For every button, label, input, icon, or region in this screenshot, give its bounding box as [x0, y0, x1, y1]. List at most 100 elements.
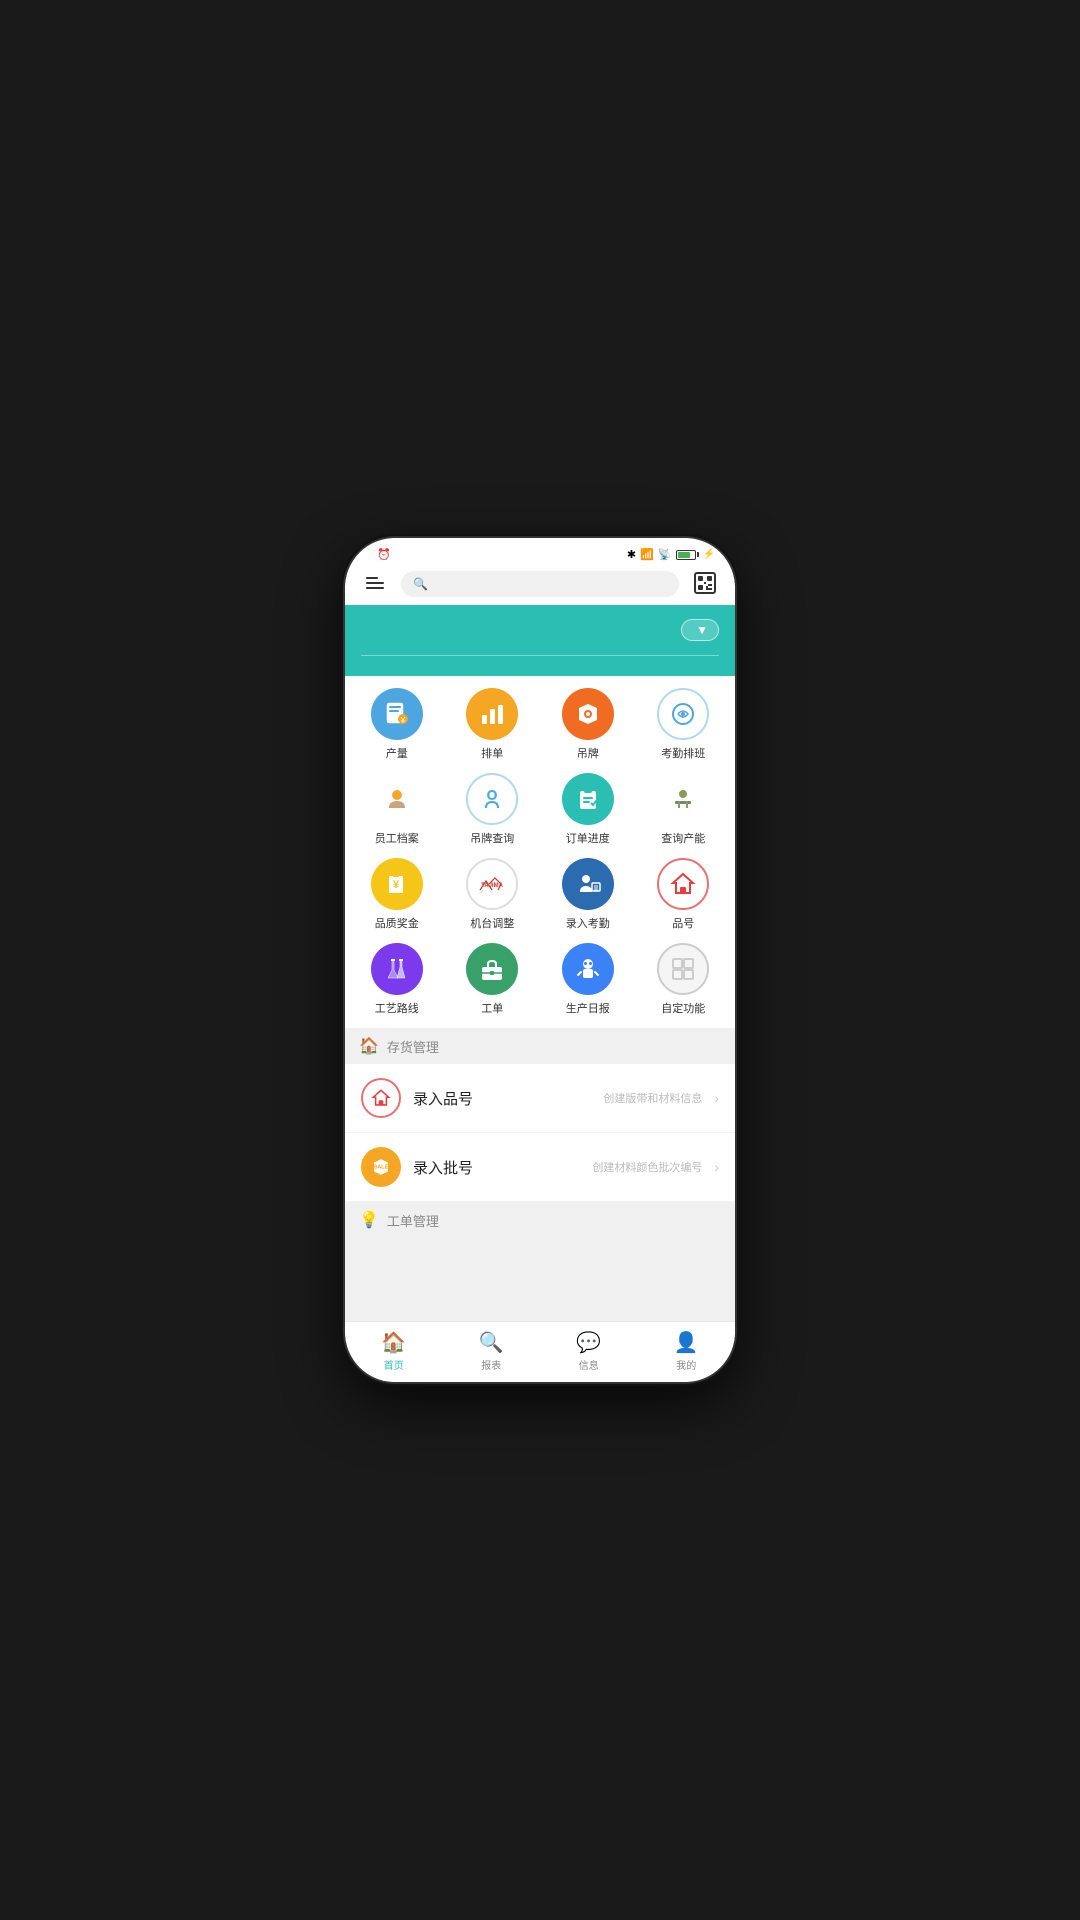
list-item-title-pin-hao: 录入品号 [413, 1088, 591, 1109]
nav-item-我的[interactable]: 👤 我的 [638, 1322, 736, 1374]
section-header-text-workorder: 工单管理 [387, 1211, 439, 1230]
grid-label-订单进度: 订单进度 [566, 830, 610, 846]
grid-label-录入考勤: 录入考勤 [566, 915, 610, 931]
grid-icon-订单进度 [562, 773, 614, 825]
status-bar: ⏰ ✱ 📶 📡 ⚡ [345, 538, 735, 565]
alarm-icon: ⏰ [377, 548, 391, 561]
status-left: ⏰ [365, 548, 391, 561]
grid-item-自定功能[interactable]: 自定功能 [636, 943, 732, 1016]
section-header-workorder: 💡工单管理 [345, 1202, 735, 1238]
grid-item-机台调整[interactable]: TAJIMA 机台调整 [445, 858, 541, 931]
grid-icon-吊牌 [562, 688, 614, 740]
charging-icon: ⚡ [703, 549, 715, 560]
grid-item-产量[interactable]: ¥ 产量 [349, 688, 445, 761]
grid-label-品号: 品号 [672, 915, 694, 931]
nav-icon-我的: 👤 [674, 1330, 699, 1355]
grid-item-工单[interactable]: 工单 [445, 943, 541, 1016]
grid-label-机台调整: 机台调整 [470, 915, 514, 931]
svg-text:SALE: SALE [374, 1165, 389, 1171]
grid-icon-生产日报 [562, 943, 614, 995]
list-item-batch-hao[interactable]: SALE 录入批号 创建材料颜色批次编号 › [345, 1133, 735, 1202]
nav-label-报表: 报表 [481, 1357, 501, 1372]
battery-indicator [676, 550, 699, 560]
search-icon: 🔍 [413, 577, 428, 591]
svg-text:¥: ¥ [393, 879, 400, 891]
nav-icon-报表: 🔍 [479, 1330, 504, 1355]
top-bar: 🔍 [345, 565, 735, 605]
nav-icon-首页: 🏠 [381, 1330, 406, 1355]
bottom-nav: 🏠 首页 🔍 报表 💬信息 👤 我的 [345, 1321, 735, 1382]
hero-header: ▼ [361, 619, 719, 641]
chevron-down-icon: ▼ [696, 623, 708, 637]
grid-icon-产量: ¥ [371, 688, 423, 740]
grid-label-自定功能: 自定功能 [661, 1000, 705, 1016]
phone-screen: ⏰ ✱ 📶 📡 ⚡ [345, 538, 735, 1382]
date-selector[interactable]: ▼ [681, 619, 719, 641]
grid-item-员工档案[interactable]: 员工档案 [349, 773, 445, 846]
grid-item-品号[interactable]: 品号 [636, 858, 732, 931]
grid-icon-排单 [466, 688, 518, 740]
grid-label-工艺路线: 工艺路线 [375, 1000, 419, 1016]
grid-item-录入考勤[interactable]: 录入考勤 [540, 858, 636, 931]
nav-label-我的: 我的 [676, 1357, 696, 1372]
list-item-title-batch-hao: 录入批号 [413, 1157, 580, 1178]
bluetooth-icon: ✱ [627, 548, 636, 561]
grid-icon-品号 [657, 858, 709, 910]
grid-label-工单: 工单 [481, 1000, 503, 1016]
nav-label-信息: 信息 [579, 1357, 599, 1372]
grid-item-吊牌[interactable]: 吊牌 [540, 688, 636, 761]
grid-icon-考勤排班 [657, 688, 709, 740]
list-item-icon-pin-hao [361, 1078, 401, 1118]
settings-icon [366, 577, 384, 589]
grid-label-吊牌: 吊牌 [577, 745, 599, 761]
nav-item-首页[interactable]: 🏠 首页 [345, 1322, 443, 1374]
list-item-sub-pin-hao: 创建版带和材料信息 [603, 1090, 702, 1106]
grid-icon-录入考勤 [562, 858, 614, 910]
wifi-icon: 📡 [658, 548, 672, 561]
phone-shell: ⏰ ✱ 📶 📡 ⚡ [345, 538, 735, 1382]
list-item-icon-batch-hao: SALE [361, 1147, 401, 1187]
list-item-sub-batch-hao: 创建材料颜色批次编号 [592, 1159, 702, 1175]
grid-icon-自定功能 [657, 943, 709, 995]
grid-icon-员工档案 [371, 773, 423, 825]
section-header-inventory: 🏠存货管理 [345, 1028, 735, 1064]
scan-button[interactable] [687, 572, 723, 596]
grid-label-产量: 产量 [386, 745, 408, 761]
grid-item-考勤排班[interactable]: 考勤排班 [636, 688, 732, 761]
grid-icon-工单 [466, 943, 518, 995]
grid-item-订单进度[interactable]: 订单进度 [540, 773, 636, 846]
grid-item-工艺路线[interactable]: 工艺路线 [349, 943, 445, 1016]
grid-item-排单[interactable]: 排单 [445, 688, 541, 761]
hero-banner: ▼ [345, 605, 735, 676]
status-right: ✱ 📶 📡 ⚡ [627, 548, 715, 561]
grid-item-查询产能[interactable]: 查询产能 [636, 773, 732, 846]
grid-label-生产日报: 生产日报 [566, 1000, 610, 1016]
grid-label-品质奖金: 品质奖金 [375, 915, 419, 931]
settings-button[interactable] [357, 577, 393, 591]
grid-item-吊牌查询[interactable]: 吊牌查询 [445, 773, 541, 846]
grid-icon-吊牌查询 [466, 773, 518, 825]
section-list: 🏠存货管理 录入品号 创建版带和材料信息 › SALE 录入批号 创建材料颜色批… [345, 1028, 735, 1321]
hero-value [361, 647, 719, 656]
grid-icon-工艺路线 [371, 943, 423, 995]
search-bar[interactable]: 🔍 [401, 571, 679, 597]
grid-icon-品质奖金: ¥ [371, 858, 423, 910]
grid-label-排单: 排单 [481, 745, 503, 761]
section-header-text-inventory: 存货管理 [387, 1037, 439, 1056]
list-item-main-pin-hao: 录入品号 [413, 1088, 591, 1109]
grid-icon-机台调整: TAJIMA [466, 858, 518, 910]
list-item-pin-hao[interactable]: 录入品号 创建版带和材料信息 › [345, 1064, 735, 1133]
grid-icon-查询产能 [657, 773, 709, 825]
grid-label-员工档案: 员工档案 [375, 830, 419, 846]
grid-item-品质奖金[interactable]: ¥ 品质奖金 [349, 858, 445, 931]
signal-icon: 📶 [640, 548, 654, 561]
grid-label-考勤排班: 考勤排班 [661, 745, 705, 761]
arrow-icon-batch-hao: › [714, 1159, 719, 1175]
nav-item-信息[interactable]: 💬信息 [540, 1322, 638, 1374]
nav-item-报表[interactable]: 🔍 报表 [443, 1322, 541, 1374]
svg-text:¥: ¥ [400, 716, 406, 725]
scan-icon [694, 572, 716, 594]
grid-label-查询产能: 查询产能 [661, 830, 705, 846]
grid-item-生产日报[interactable]: 生产日报 [540, 943, 636, 1016]
nav-label-首页: 首页 [384, 1357, 404, 1372]
